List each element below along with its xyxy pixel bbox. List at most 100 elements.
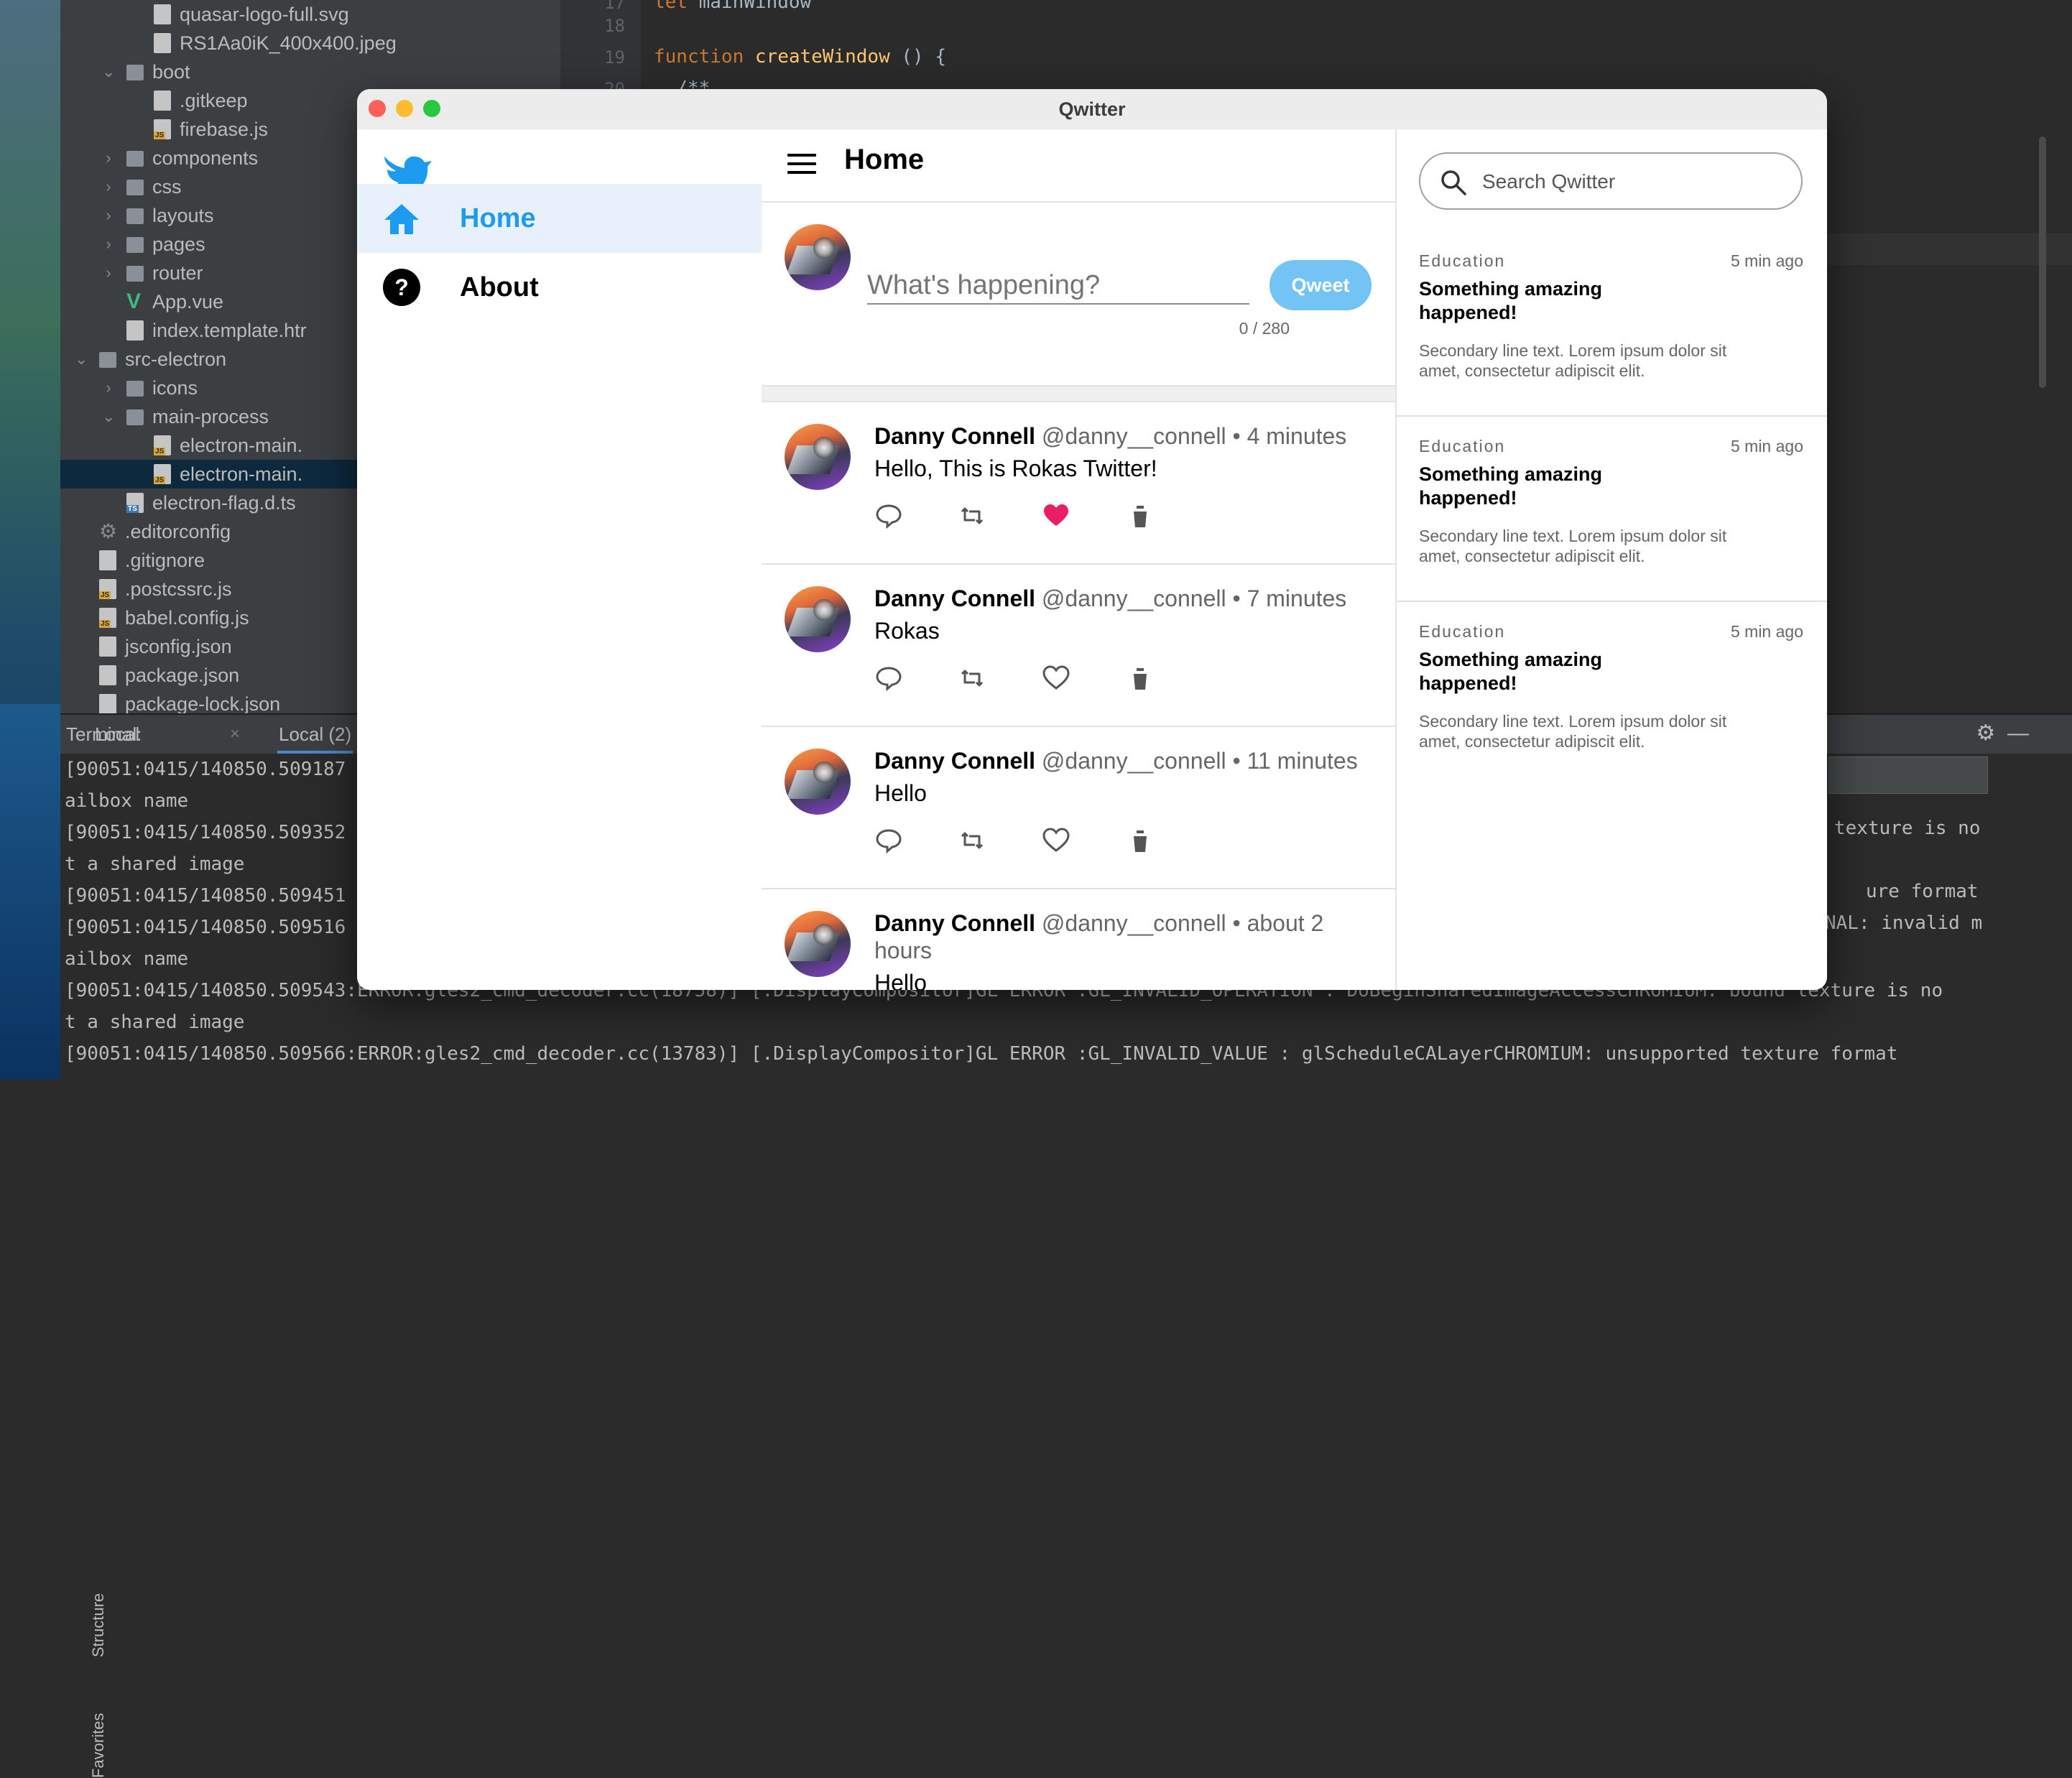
terminal-search-field[interactable] bbox=[1828, 756, 1988, 794]
news-item[interactable]: Education 5 min ago Something amazing happ… bbox=[1397, 601, 1827, 786]
tree-item[interactable]: firebase.js bbox=[129, 115, 268, 144]
news-time: 5 min ago bbox=[1730, 251, 1803, 270]
qweet-button[interactable]: Qweet bbox=[1269, 260, 1372, 310]
chevron-icon[interactable]: › bbox=[102, 201, 115, 230]
right-sidebar: Education 5 min ago Something amazing happ… bbox=[1397, 129, 1827, 990]
tree-item-label: components bbox=[152, 147, 259, 169]
tree-item[interactable]: babel.config.js bbox=[75, 603, 249, 632]
tweet[interactable]: Danny Connell @danny__connell • 4 minute… bbox=[762, 401, 1395, 565]
tweet-author[interactable]: Danny Connell bbox=[874, 423, 1035, 449]
chevron-icon[interactable]: › bbox=[102, 374, 115, 402]
tree-item[interactable]: electron-main. bbox=[129, 431, 302, 460]
sidebar-item-home[interactable]: Home bbox=[357, 184, 762, 253]
page-title: Home bbox=[844, 144, 925, 175]
folder-icon bbox=[126, 381, 144, 397]
retweet-icon[interactable] bbox=[958, 501, 986, 530]
sidebar-item-about[interactable]: ? About bbox=[357, 253, 762, 322]
search-box[interactable] bbox=[1419, 152, 1803, 210]
tree-item[interactable]: ⚙ .editorconfig bbox=[75, 517, 231, 546]
chevron-icon[interactable]: › bbox=[102, 172, 115, 201]
chevron-icon[interactable]: ⌄ bbox=[75, 345, 88, 374]
comment-icon[interactable] bbox=[874, 826, 903, 855]
tweet[interactable]: Danny Connell @danny__connell • 7 minute… bbox=[762, 563, 1395, 727]
terminal-text-fragment: texture is no bbox=[1834, 818, 1981, 839]
settings-icon[interactable]: ⚙ — bbox=[1976, 721, 2029, 746]
tree-item[interactable]: jsconfig.json bbox=[75, 632, 232, 661]
tweet-author[interactable]: Danny Connell bbox=[874, 585, 1035, 611]
tree-item-label: .gitkeep bbox=[180, 90, 248, 111]
chevron-icon[interactable]: › bbox=[102, 144, 115, 172]
chevron-icon[interactable]: ⌄ bbox=[102, 57, 115, 86]
chevron-icon[interactable]: ⌄ bbox=[102, 402, 115, 431]
tree-item[interactable]: .gitkeep bbox=[129, 86, 248, 115]
news-body: Secondary line text. Lorem ipsum dolor s… bbox=[1419, 712, 1727, 751]
tree-item[interactable]: › layouts bbox=[102, 201, 213, 230]
tab-local-label[interactable]: Local bbox=[95, 715, 139, 754]
structure-tool-label[interactable]: Structure bbox=[89, 1593, 108, 1657]
comment-icon[interactable] bbox=[874, 501, 903, 530]
tweet[interactable]: Danny Connell @danny__connell • 11 minut… bbox=[762, 726, 1395, 889]
tree-item[interactable]: quasar-logo-full.svg bbox=[129, 0, 349, 29]
news-item[interactable]: Education 5 min ago Something amazing happ… bbox=[1397, 415, 1827, 602]
compose-input[interactable] bbox=[867, 267, 1249, 305]
help-icon: ? bbox=[383, 269, 420, 306]
heart-icon[interactable] bbox=[1042, 826, 1070, 855]
window-titlebar[interactable]: Qwitter bbox=[357, 89, 1827, 130]
json-icon bbox=[99, 665, 116, 685]
menu-icon[interactable] bbox=[787, 154, 816, 177]
tree-item[interactable]: package.json bbox=[75, 661, 239, 690]
retweet-icon[interactable] bbox=[958, 988, 986, 990]
tree-item[interactable]: .postcssrc.js bbox=[75, 575, 232, 603]
favorites-tool-label[interactable]: Favorites bbox=[89, 1713, 108, 1778]
tweet-actions bbox=[874, 501, 1370, 533]
search-input[interactable] bbox=[1481, 164, 1785, 200]
code-token: () { bbox=[889, 46, 947, 68]
comment-icon[interactable] bbox=[874, 664, 903, 693]
close-icon[interactable]: × bbox=[230, 715, 240, 754]
tab-local-2[interactable]: Local (2) bbox=[277, 715, 353, 754]
code-line[interactable]: function createWindow () { bbox=[654, 46, 946, 68]
editor-scrollbar[interactable] bbox=[2039, 136, 2046, 388]
news-item[interactable]: Education 5 min ago Something amazing happ… bbox=[1397, 230, 1827, 417]
retweet-icon[interactable] bbox=[958, 826, 986, 855]
tree-item[interactable]: › components bbox=[102, 144, 258, 172]
trash-icon[interactable] bbox=[1126, 501, 1155, 530]
tree-item[interactable]: V App.vue bbox=[102, 287, 223, 316]
news-category: Education bbox=[1419, 251, 1506, 270]
tree-item[interactable]: electron-flag.d.ts bbox=[102, 489, 296, 517]
tweet-author[interactable]: Danny Connell bbox=[874, 748, 1035, 774]
tree-item[interactable]: ⌄ src-electron bbox=[75, 345, 226, 374]
ts-icon bbox=[126, 493, 144, 513]
chevron-icon[interactable]: › bbox=[102, 259, 115, 287]
tweet-actions bbox=[874, 826, 1370, 858]
tree-item-label: RS1Aa0iK_400x400.jpeg bbox=[180, 32, 397, 54]
tree-item[interactable]: ⌄ boot bbox=[102, 57, 190, 86]
retweet-icon[interactable] bbox=[958, 664, 986, 693]
tree-item[interactable]: › icons bbox=[102, 374, 198, 402]
comment-icon[interactable] bbox=[874, 988, 903, 990]
heart-icon[interactable] bbox=[1042, 664, 1070, 693]
trash-icon[interactable] bbox=[1126, 988, 1155, 990]
trash-icon[interactable] bbox=[1126, 664, 1155, 693]
tweet-meta: Danny Connell @danny__connell • about 2 … bbox=[874, 909, 1370, 964]
tree-item[interactable]: › router bbox=[102, 259, 203, 287]
heart-icon[interactable] bbox=[1042, 988, 1070, 990]
chevron-icon[interactable]: › bbox=[102, 230, 115, 259]
trash-icon[interactable] bbox=[1126, 826, 1155, 855]
terminal-line: t a shared image bbox=[65, 1011, 245, 1033]
tree-item[interactable]: .gitignore bbox=[75, 546, 205, 575]
code-token: function bbox=[654, 46, 755, 68]
tree-item[interactable]: › css bbox=[102, 172, 181, 201]
avatar bbox=[785, 749, 851, 815]
avatar bbox=[785, 586, 851, 652]
tree-item[interactable]: ⌄ main-process bbox=[102, 402, 269, 431]
tweet[interactable]: Danny Connell @danny__connell • about 2 … bbox=[762, 888, 1395, 990]
tweet-meta: Danny Connell @danny__connell • 4 minute… bbox=[874, 422, 1370, 450]
tweet-author[interactable]: Danny Connell bbox=[874, 910, 1035, 936]
code-line[interactable]: let mainWindow bbox=[654, 0, 811, 13]
tree-item[interactable]: › pages bbox=[102, 230, 205, 259]
tree-item[interactable]: RS1Aa0iK_400x400.jpeg bbox=[129, 29, 397, 57]
tree-item[interactable]: index.template.htr bbox=[102, 316, 307, 345]
tree-item-label: App.vue bbox=[152, 291, 224, 312]
heart-filled-icon[interactable] bbox=[1042, 501, 1070, 530]
